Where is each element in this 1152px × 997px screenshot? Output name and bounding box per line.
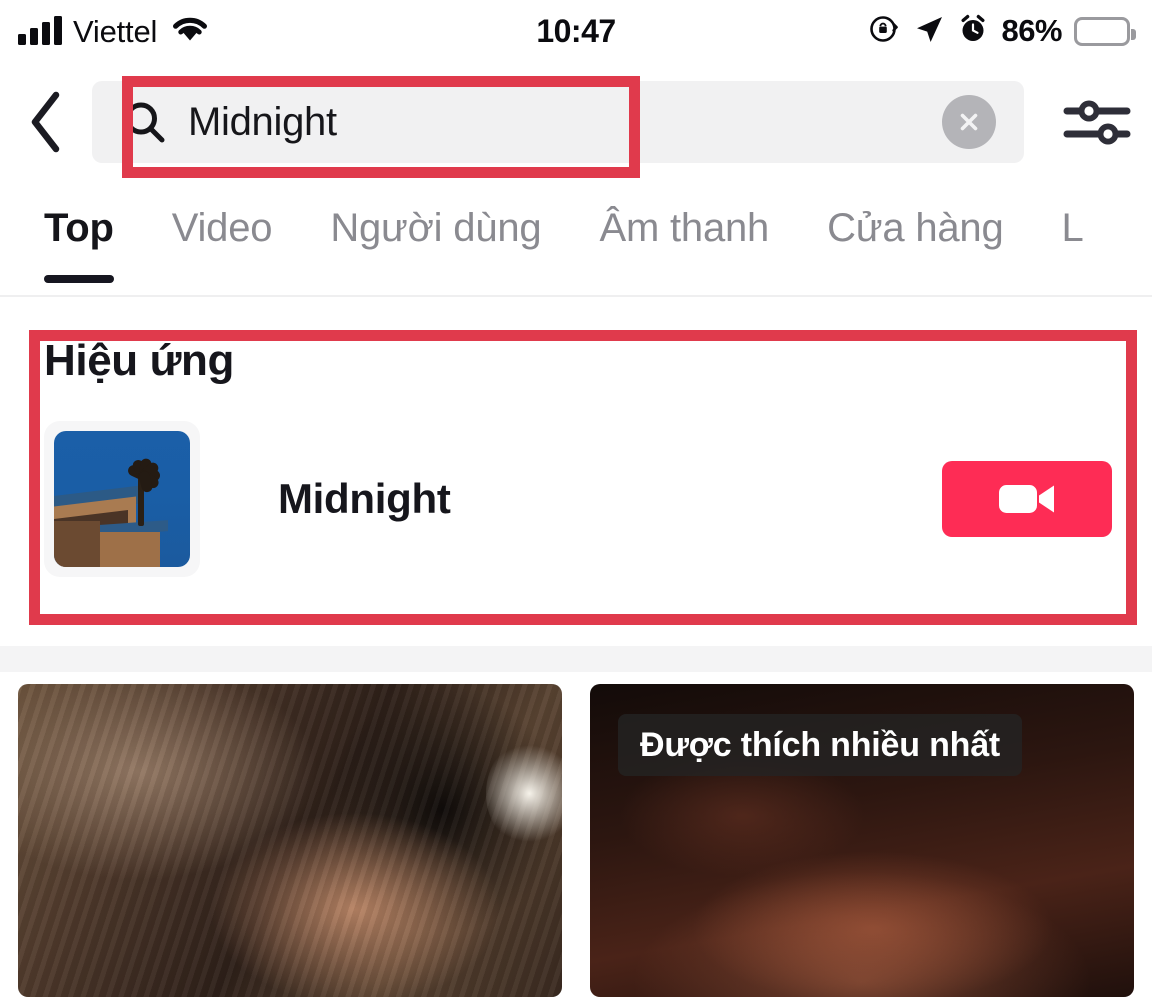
status-bar: Viettel 10:47 86%	[0, 0, 1152, 62]
search-icon	[125, 102, 165, 143]
effect-thumbnail[interactable]	[44, 421, 200, 577]
tab-video[interactable]: Video	[172, 182, 273, 295]
tab-label: L	[1061, 206, 1084, 250]
alarm-clock-icon	[957, 13, 989, 50]
carrier-label: Viettel	[73, 13, 158, 49]
tiktok-search-screen: Viettel 10:47 86% Midnight Top Video Ngư…	[0, 0, 1152, 997]
filter-sliders-icon	[1063, 100, 1131, 145]
clear-search-button[interactable]	[942, 95, 996, 149]
clock-label: 10:47	[536, 12, 616, 49]
tab-label: Âm thanh	[599, 206, 770, 250]
status-bar-left: Viettel	[18, 14, 210, 49]
tab-label: Cửa hàng	[827, 206, 1004, 250]
tab-label: Top	[44, 206, 114, 250]
search-result-tabs[interactable]: Top Video Người dùng Âm thanh Cửa hàng L	[0, 182, 1152, 297]
back-button[interactable]	[0, 62, 92, 182]
tab-label: Người dùng	[330, 206, 542, 250]
effect-name-label: Midnight	[278, 475, 451, 522]
tab-top[interactable]: Top	[44, 182, 114, 295]
search-input[interactable]: Midnight	[92, 81, 1024, 163]
search-filter-button[interactable]	[1042, 62, 1152, 182]
video-badge: Được thích nhiều nhất	[618, 714, 1023, 777]
close-icon	[960, 113, 978, 131]
tab-partial-next[interactable]: L	[1062, 182, 1084, 295]
effect-list-item[interactable]: Midnight	[44, 421, 1112, 577]
tab-cua-hang[interactable]: Cửa hàng	[827, 182, 1004, 295]
video-results-grid: Được thích nhiều nhất	[0, 684, 1152, 997]
wifi-icon	[170, 14, 210, 49]
tab-label: Video	[171, 206, 273, 250]
effects-section: Hiệu ứng Midnight	[0, 299, 1152, 631]
signal-bars-icon	[18, 16, 62, 45]
rotation-lock-icon	[867, 12, 901, 51]
section-separator	[0, 646, 1152, 672]
search-bar-row: Midnight	[0, 62, 1152, 182]
status-bar-right: 86%	[867, 12, 1136, 51]
video-thumbnail-hair[interactable]	[18, 684, 562, 997]
location-arrow-icon	[913, 13, 945, 50]
effects-section-title: Hiệu ứng	[44, 336, 234, 385]
tab-nguoi-dung[interactable]: Người dùng	[330, 182, 541, 295]
back-chevron-icon	[31, 91, 60, 153]
battery-icon	[1074, 16, 1136, 46]
video-thumbnail-dark[interactable]: Được thích nhiều nhất	[590, 684, 1134, 997]
battery-percent-label: 86%	[1001, 13, 1062, 48]
effect-use-button[interactable]	[942, 461, 1112, 537]
search-query-text: Midnight	[188, 100, 337, 144]
tab-am-thanh[interactable]: Âm thanh	[599, 182, 769, 295]
video-camera-icon	[999, 485, 1054, 513]
